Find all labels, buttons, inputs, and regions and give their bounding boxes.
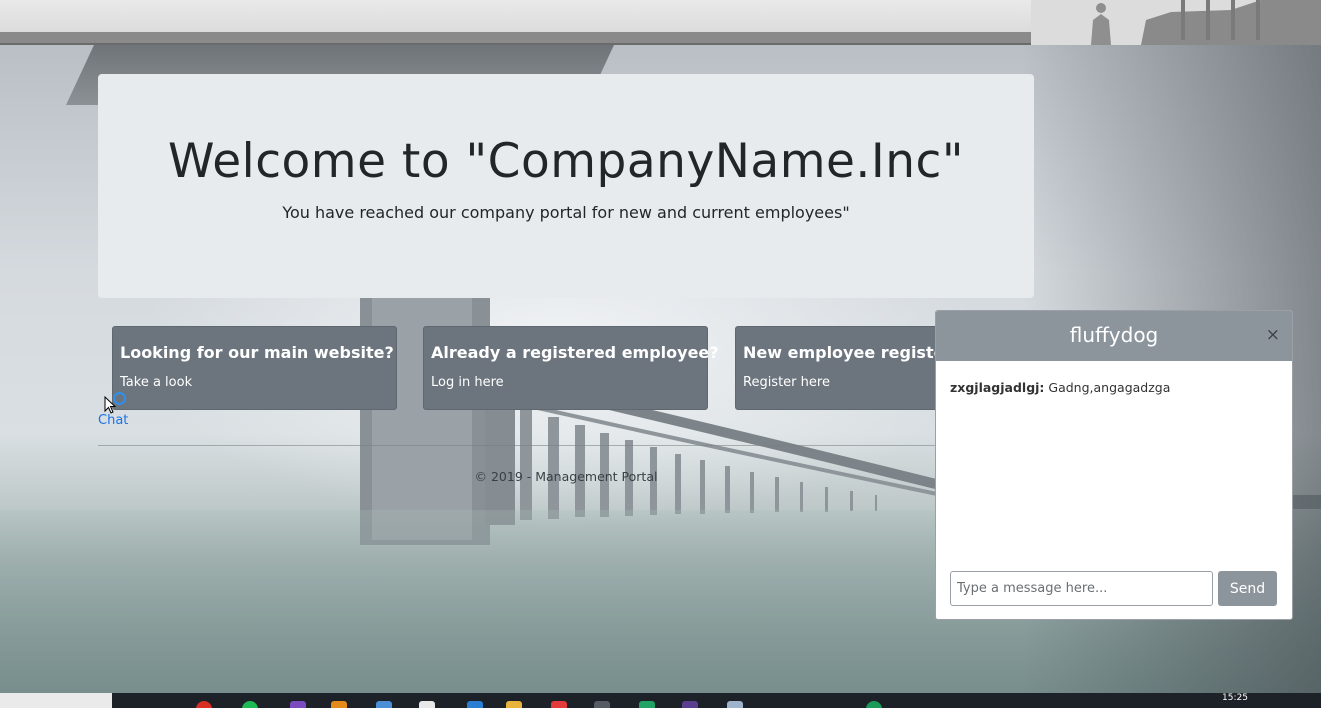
card-registered-employee: Already a registered employee? Log in he…: [423, 326, 719, 410]
message-text: Gadng,angagadzga: [1048, 380, 1171, 395]
chat-window: fluffydog × zxgjlagjadlgj: Gadng,angagad…: [935, 310, 1293, 620]
chat-title: fluffydog: [1069, 323, 1159, 347]
vscode-icon[interactable]: [467, 701, 483, 708]
taskbar-clock[interactable]: 15:25: [1222, 693, 1248, 703]
page-title: Welcome to "CompanyName.Inc": [168, 134, 964, 189]
chat-header: fluffydog ×: [936, 311, 1292, 361]
folder-icon[interactable]: [506, 701, 522, 708]
log-in-link[interactable]: Log in here: [431, 375, 700, 390]
app-icon[interactable]: [376, 701, 392, 708]
visual-studio-icon[interactable]: [290, 701, 306, 708]
send-button[interactable]: Send: [1218, 571, 1277, 606]
app-icon[interactable]: [594, 701, 610, 708]
take-a-look-link[interactable]: Take a look: [120, 375, 389, 390]
card-title: Looking for our main website?: [120, 343, 394, 362]
welcome-jumbotron: Welcome to "CompanyName.Inc" You have re…: [98, 74, 1034, 298]
message-input[interactable]: [950, 571, 1213, 606]
close-icon[interactable]: ×: [1266, 327, 1280, 344]
header-silhouette-image: [1031, 0, 1321, 45]
card-main-website: Looking for our main website? Take a loo…: [112, 326, 397, 410]
chat-link[interactable]: Chat: [98, 413, 128, 428]
app-icon[interactable]: [866, 701, 882, 708]
app-icon[interactable]: [331, 701, 347, 708]
chrome-icon[interactable]: [196, 701, 212, 708]
mouse-pointer-icon: [104, 396, 116, 414]
divider: [98, 445, 1034, 446]
app-icon[interactable]: [551, 701, 567, 708]
page-subtitle: You have reached our company portal for …: [282, 203, 850, 222]
app-icon[interactable]: [639, 701, 655, 708]
app-icon[interactable]: [727, 701, 743, 708]
message-sender: zxgjlagjadlgj:: [950, 380, 1045, 395]
chat-message: zxgjlagjadlgj: Gadng,angagadzga: [950, 380, 1170, 395]
taskbar: 15:25: [0, 693, 1321, 708]
taskbar-search-area[interactable]: [0, 693, 112, 708]
footer-copyright: © 2019 - Management Portal: [474, 469, 658, 484]
card-title: Already a registered employee?: [431, 343, 719, 362]
file-icon[interactable]: [419, 701, 435, 708]
spotify-icon[interactable]: [242, 701, 258, 708]
app-icon[interactable]: [682, 701, 698, 708]
